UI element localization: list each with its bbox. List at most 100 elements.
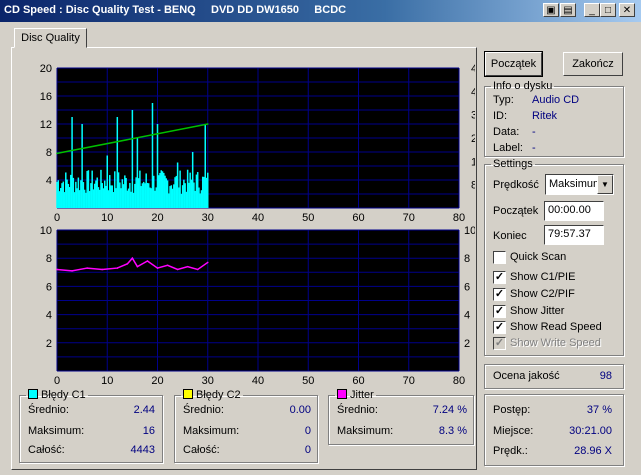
chevron-down-icon[interactable]: ▼ [597,175,613,194]
chart2-x-tick-label: 20 [151,375,163,387]
chart2-y-tick-label: 8 [46,253,52,265]
position-label: Miejsce: [493,425,534,437]
c1-avg-label: Średnio: [28,404,69,416]
close-button[interactable]: ✕ [619,3,635,17]
jitter-point [156,267,159,269]
c2-max-value: 0 [304,425,311,437]
c1-total-label: Całość: [28,444,65,456]
chart1-x-tick-label: 30 [202,212,214,224]
chart2-x-tick-label: 60 [352,375,364,387]
chart1-y2-tick-label: 40 [471,86,475,98]
save-icon[interactable]: ▤ [560,3,576,17]
start-button[interactable]: Początek [484,51,543,77]
chart1-x-tick-label: 20 [151,212,163,224]
chart2-y2-tick-label: 8 [464,253,470,265]
c1-legend: Błędy C1 [26,389,88,401]
chart2-y2-tick-label: 6 [464,281,470,293]
jitter-max-value: 8.3 % [438,425,467,437]
show-c1-checkbox[interactable]: ✓ [493,271,506,284]
c2-avg-value: 0.00 [289,404,311,416]
chart2-x-tick-label: 10 [101,375,113,387]
position-value: 30:21.00 [569,425,612,437]
disc-date-value: - [532,126,536,138]
chart2-x-tick-label: 40 [252,375,264,387]
disc-label-label: Label: [493,142,523,154]
jitter-point [126,263,129,265]
chart2-y-tick-label: 4 [46,310,52,322]
c1-max-label: Maksimum: [28,425,85,437]
show-jitter-checkbox[interactable]: ✓ [493,305,506,318]
chart2-y-tick-label: 2 [46,338,52,350]
charts-area: 0102030405060708048121620816243240480102… [13,62,484,392]
jitter-point [166,264,169,267]
charts-svg: 0102030405060708048121620816243240480102… [40,63,484,387]
maximize-button[interactable]: □ [600,3,616,17]
speed-select[interactable]: Maksimum ▼ [545,174,614,195]
jitter-point [136,265,139,268]
c1-total-value: 4443 [130,444,155,456]
show-jitter-label: Show Jitter [510,305,565,317]
jitter-point [71,270,73,272]
start-position-input[interactable]: 00:00.00 [544,201,604,221]
window-title: CD Speed : Disc Quality Test - BENQ DVD … [4,4,347,16]
jitter-avg-value: 7.24 % [432,404,467,416]
quick-scan-checkbox[interactable] [493,251,506,264]
c2-legend-text: Błędy C2 [196,389,241,401]
progress-value: 37 % [586,404,612,416]
chart1-y2-tick-label: 48 [471,63,475,75]
quick-scan-label: Quick Scan [510,251,567,263]
show-read-speed-label: Show Read Speed [510,321,602,333]
window-menu-icon[interactable]: ▣ [543,3,559,17]
chart1-y-tick-label: 8 [46,147,52,159]
show-c2-checkbox[interactable]: ✓ [493,288,506,301]
show-write-speed-checkbox: ✓ [493,337,506,350]
read-speed-point [56,152,58,155]
disc-id-value: Ritek [532,110,558,122]
chart1-y2-tick-label: 32 [471,110,475,122]
chart1-y2-tick-label: 8 [471,180,475,192]
c2-color-swatch [183,389,193,399]
chart1-x-tick-label: 40 [252,212,264,224]
c2-total-label: Całość: [183,444,220,456]
chart2-y-tick-label: 6 [46,281,52,293]
show-write-speed-label: Show Write Speed [510,337,601,349]
chart1-x-tick-label: 70 [403,212,415,224]
jitter-point [116,267,119,269]
chart2-x-tick-label: 80 [453,375,465,387]
quality-value: 98 [599,370,612,382]
chart1-y-tick-label: 16 [40,91,52,103]
finish-button[interactable]: Zakończ [563,52,623,76]
chart2-y2-tick-label: 10 [464,225,475,237]
chart1-x-tick-label: 50 [302,212,314,224]
speed-readout-label: Prędk.: [493,445,528,457]
chart2-x-tick-label: 50 [302,375,314,387]
c1-avg-value: 2.44 [133,404,155,416]
jitter-avg-label: Średnio: [337,404,378,416]
end-position-label: Koniec [493,230,527,242]
disc-id-label: ID: [493,110,508,122]
c1-bar [207,172,209,208]
chart1-y2-tick-label: 24 [471,133,475,145]
chart1-x-tick-label: 10 [101,212,113,224]
end-position-input[interactable]: 79:57.37 [544,225,604,245]
disc-date-label: Data: [493,126,520,138]
chart1-x-tick-label: 60 [352,212,364,224]
chart1-y2-tick-label: 16 [471,156,475,168]
show-c2-label: Show C2/PIF [510,288,575,300]
minimize-button[interactable]: _ [584,3,600,17]
disc-label-value: - [532,142,536,154]
jitter-color-swatch [337,389,347,399]
start-position-label: Początek [493,205,539,217]
read-speed-point [206,123,209,125]
title-bar: CD Speed : Disc Quality Test - BENQ DVD … [0,0,641,22]
show-read-speed-checkbox[interactable]: ✓ [493,321,506,334]
chart1-y-tick-label: 20 [40,63,52,75]
jitter-point [206,261,209,264]
tab-disc-quality[interactable]: Disc Quality [14,28,87,48]
chart1-x-tick-label: 80 [453,212,465,224]
chart1-y-tick-label: 4 [46,175,52,187]
jitter-max-label: Maksimum: [337,425,394,437]
disc-type-value: Audio CD [532,94,580,106]
speed-label: Prędkość [493,179,539,191]
jitter-point [146,260,149,262]
